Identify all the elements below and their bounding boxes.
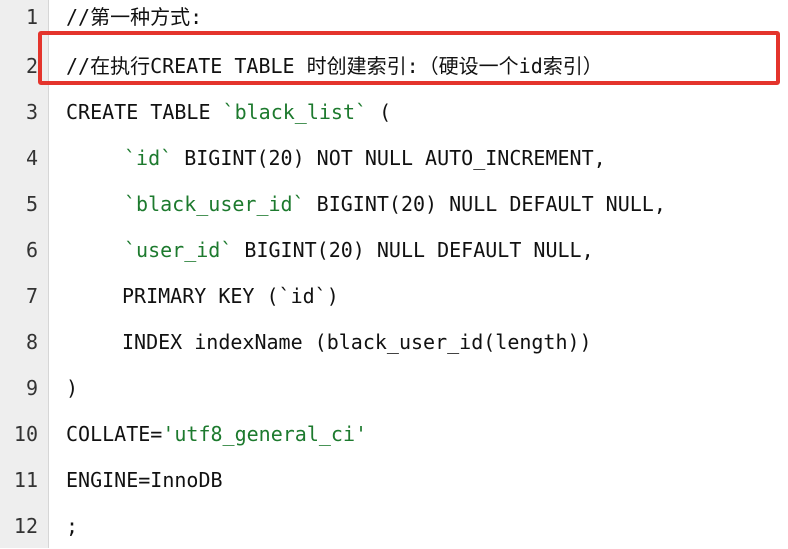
code-text: BIGINT(20) NOT NULL AUTO_INCREMENT, bbox=[172, 146, 606, 170]
code-text: COLLATE='utf8_general_ci' bbox=[66, 411, 367, 457]
code-text: INDEX indexName (black_user_id(length)) bbox=[122, 330, 592, 354]
line-number: 2 bbox=[25, 54, 38, 78]
line-number: 4 bbox=[25, 146, 38, 170]
code-line-3: 3 CREATE TABLE `black_list` ( bbox=[0, 89, 788, 135]
line-number: 10 bbox=[13, 422, 38, 446]
code-line-6: 6 `user_id` BIGINT(20) NULL DEFAULT NULL… bbox=[0, 227, 788, 273]
line-number: 11 bbox=[13, 468, 38, 492]
line-number: 8 bbox=[25, 330, 38, 354]
code-text: COLLATE= bbox=[66, 422, 163, 446]
identifier-text: `black_user_id` bbox=[124, 192, 305, 216]
code-text: ) bbox=[66, 376, 79, 400]
code-text: `user_id` BIGINT(20) NULL DEFAULT NULL, bbox=[66, 227, 594, 273]
code-text: BIGINT(20) NULL DEFAULT NULL, bbox=[232, 238, 594, 262]
code-editor: 1 //第一种方式: 2 //在执行CREATE TABLE 时创建索引:（硬设… bbox=[0, 0, 788, 548]
code-line-11: 11 ENGINE=InnoDB bbox=[0, 457, 788, 503]
line-number: 12 bbox=[13, 514, 38, 538]
code-line-5: 5 `black_user_id` BIGINT(20) NULL DEFAUL… bbox=[0, 181, 788, 227]
code-text: ; bbox=[66, 514, 79, 538]
code-line-7: 7 PRIMARY KEY (`id`) bbox=[0, 273, 788, 319]
highlight-box bbox=[38, 31, 780, 85]
code-line-8: 8 INDEX indexName (black_user_id(length)… bbox=[0, 319, 788, 365]
string-literal: 'utf8_general_ci' bbox=[162, 422, 368, 446]
code-line-9: 9 ) bbox=[0, 365, 788, 411]
code-text: BIGINT(20) NULL DEFAULT NULL, bbox=[304, 192, 666, 216]
code-line-10: 10 COLLATE='utf8_general_ci' bbox=[0, 411, 788, 457]
code-text: PRIMARY KEY (`id`) bbox=[122, 284, 339, 308]
code-text: ENGINE=InnoDB bbox=[66, 468, 223, 492]
identifier-text: `id` bbox=[124, 146, 173, 170]
line-number: 1 bbox=[25, 5, 38, 29]
identifier-text: `black_list` bbox=[222, 100, 368, 124]
code-text: `black_user_id` BIGINT(20) NULL DEFAULT … bbox=[66, 181, 666, 227]
code-line-4: 4 `id` BIGINT(20) NOT NULL AUTO_INCREMEN… bbox=[0, 135, 788, 181]
line-number: 7 bbox=[25, 284, 38, 308]
keyword-text: CREATE TABLE bbox=[66, 100, 223, 124]
line-number: 3 bbox=[25, 100, 38, 124]
identifier-text: `user_id` bbox=[124, 238, 233, 262]
line-number: 9 bbox=[25, 376, 38, 400]
code-text: `id` BIGINT(20) NOT NULL AUTO_INCREMENT, bbox=[66, 135, 606, 181]
code-text: ( bbox=[367, 100, 392, 124]
code-line-12: 12 ; bbox=[0, 503, 788, 549]
line-number: 6 bbox=[25, 238, 38, 262]
code-text: CREATE TABLE `black_list` ( bbox=[66, 89, 391, 135]
line-number: 5 bbox=[25, 192, 38, 216]
